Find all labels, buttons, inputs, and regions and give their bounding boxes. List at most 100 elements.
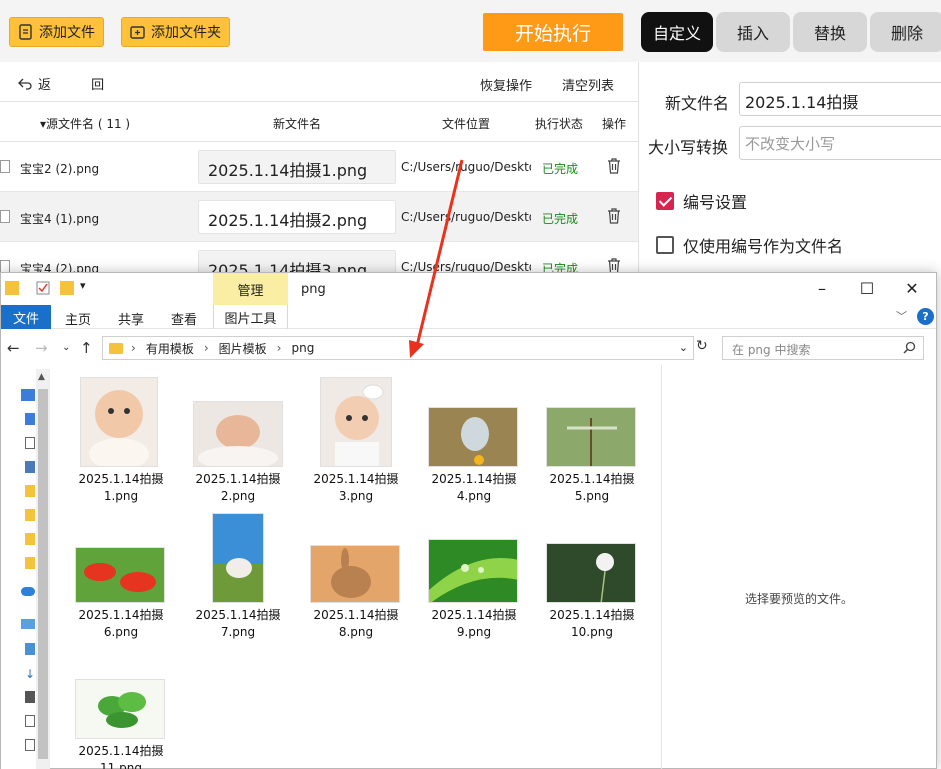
checkbox-unchecked (656, 236, 674, 254)
status-text: 已完成 (542, 212, 579, 226)
breadcrumb-item[interactable]: 有用模板 (146, 340, 194, 357)
tab-delete[interactable]: 删除 (870, 12, 941, 52)
file-item[interactable]: 2025.1.14拍摄 4.png (424, 471, 524, 505)
new-name-input[interactable]: 2025.1.14拍摄 (739, 82, 941, 116)
undo-button[interactable]: 恢复操作 (480, 75, 532, 94)
address-bar[interactable]: › 有用模板 › 图片模板 › png ⌄ (102, 336, 694, 360)
add-folder-button[interactable]: 添加文件夹 (121, 17, 230, 47)
file-item[interactable]: 2025.1.14拍摄 3.png (306, 471, 406, 505)
breadcrumb-item[interactable]: 图片模板 (219, 340, 267, 357)
dandelion-photo-thumbnail (546, 543, 636, 603)
ribbon-tab-share[interactable]: 共享 (118, 309, 144, 328)
pictures-icon[interactable] (25, 461, 35, 473)
ribbon-tab-picture-tools[interactable]: 图片工具 (213, 305, 288, 329)
folder-icon (5, 281, 19, 295)
new-name-field[interactable]: 2025.1.14拍摄2.png (198, 200, 396, 234)
folder-icon[interactable] (25, 533, 35, 545)
clear-list-button[interactable]: 清空列表 (562, 75, 614, 94)
chevron-down-icon[interactable]: ⌄ (679, 341, 688, 354)
scrollbar-thumb[interactable] (38, 389, 48, 759)
file-name-ext: 10.png (571, 625, 613, 639)
case-select[interactable]: 不改变大小写 (739, 126, 941, 160)
onedrive-icon[interactable] (21, 587, 35, 596)
ribbon-tab-view[interactable]: 查看 (171, 309, 197, 328)
videos-icon[interactable] (25, 691, 35, 703)
file-item[interactable]: 2025.1.14拍摄 2.png (188, 471, 288, 505)
back-label: 返 回 (38, 78, 123, 93)
case-label: 大小写转换 (648, 138, 729, 157)
search-icon (903, 341, 916, 354)
quick-access-dropdown-icon[interactable]: ▾ (80, 279, 94, 293)
manage-tab[interactable]: 管理 (213, 273, 288, 305)
folder-icon[interactable] (25, 557, 35, 569)
back-icon[interactable]: ← (7, 339, 20, 357)
file-item[interactable]: 2025.1.14拍摄 9.png (424, 607, 524, 641)
new-folder-icon[interactable] (60, 281, 74, 295)
close-icon[interactable]: ✕ (902, 279, 922, 299)
start-button[interactable]: 开始执行 (483, 13, 623, 51)
back-button[interactable]: 返 回 (18, 74, 122, 93)
file-item[interactable]: 2025.1.14拍摄 6.png (71, 607, 171, 641)
file-name-ext: 6.png (103, 625, 139, 639)
breadcrumb-item[interactable]: png (291, 341, 314, 355)
recent-dropdown-icon[interactable]: ⌄ (62, 342, 70, 353)
documents-icon[interactable] (25, 715, 35, 727)
tab-replace[interactable]: 替换 (793, 12, 867, 52)
maximize-icon[interactable]: ☐ (857, 279, 877, 299)
status-text: 已完成 (542, 162, 579, 176)
numbering-checkbox[interactable]: 编号设置 (656, 189, 747, 213)
checkbox-checked (656, 192, 674, 210)
col-status-header: 执行状态 (535, 117, 584, 131)
documents-icon[interactable] (25, 739, 35, 751)
downloads-icon[interactable]: ↓ (25, 667, 35, 681)
this-pc-icon[interactable] (21, 619, 35, 629)
col-source-header[interactable]: ▾源文件名 ( 11 ) (40, 115, 130, 132)
file-item[interactable]: 2025.1.14拍摄 11.png (71, 743, 171, 769)
table-row[interactable]: 宝宝2 (2).png 2025.1.14拍摄1.png C:/Users/ru… (0, 142, 638, 192)
file-item[interactable]: 2025.1.14拍摄 8.png (306, 607, 406, 641)
folder-icon[interactable] (25, 485, 35, 497)
file-name-line: 2025.1.14拍摄 (431, 608, 517, 622)
butterfly-photo-thumbnail (428, 407, 518, 467)
new-name-field[interactable]: 2025.1.14拍摄1.png (198, 150, 396, 184)
file-name-ext: 4.png (456, 489, 492, 503)
only-number-checkbox[interactable]: 仅使用编号作为文件名 (656, 233, 843, 257)
table-row[interactable]: 宝宝4 (1).png 2025.1.14拍摄2.png C:/Users/ru… (0, 192, 638, 242)
file-item[interactable]: 2025.1.14拍摄 10.png (542, 607, 642, 641)
add-file-button[interactable]: 添加文件 (9, 17, 104, 47)
file-item[interactable]: 2025.1.14拍摄 7.png (188, 607, 288, 641)
file-name-ext: 11.png (100, 761, 142, 769)
file-item[interactable]: 2025.1.14拍摄 5.png (542, 471, 642, 505)
up-icon[interactable]: ↑ (80, 339, 93, 357)
refresh-icon[interactable]: ↻ (696, 338, 708, 354)
dragonfly-photo-thumbnail (546, 407, 636, 467)
quick-access-icon[interactable] (21, 389, 35, 401)
desktop-icon[interactable] (25, 413, 35, 425)
search-input[interactable]: 在 png 中搜索 (722, 336, 924, 360)
ribbon-tab-home[interactable]: 主页 (65, 309, 91, 328)
sheep-photo-thumbnail (212, 513, 264, 603)
help-icon[interactable]: ? (917, 308, 934, 325)
minimize-icon[interactable]: – (812, 279, 832, 299)
file-name-line: 2025.1.14拍摄 (313, 608, 399, 622)
tab-custom[interactable]: 自定义 (641, 12, 713, 52)
trash-icon[interactable] (607, 158, 621, 174)
properties-icon[interactable] (36, 281, 50, 295)
nav-scrollbar[interactable]: ▲ (36, 369, 50, 769)
ribbon-expand-icon[interactable]: ﹀ (896, 308, 907, 324)
file-name-line: 2025.1.14拍摄 (78, 744, 164, 758)
address-row: ← → ⌄ ↑ › 有用模板 › 图片模板 › png ⌄ ↻ 在 png 中搜… (1, 333, 936, 363)
file-icon (0, 210, 10, 223)
folder-icon[interactable] (25, 509, 35, 521)
add-file-label: 添加文件 (39, 25, 95, 41)
documents-icon[interactable] (25, 437, 35, 449)
file-name-ext: 3.png (338, 489, 374, 503)
file-location: C:/Users/ruguo/Desktop (401, 210, 531, 224)
ribbon-tab-file[interactable]: 文件 (1, 305, 51, 329)
file-item[interactable]: 2025.1.14拍摄 1.png (71, 471, 171, 505)
forward-icon[interactable]: → (35, 339, 48, 357)
trash-icon[interactable] (607, 208, 621, 224)
scroll-up-icon[interactable]: ▲ (38, 372, 45, 382)
tab-insert[interactable]: 插入 (716, 12, 790, 52)
3d-objects-icon[interactable] (25, 643, 35, 655)
